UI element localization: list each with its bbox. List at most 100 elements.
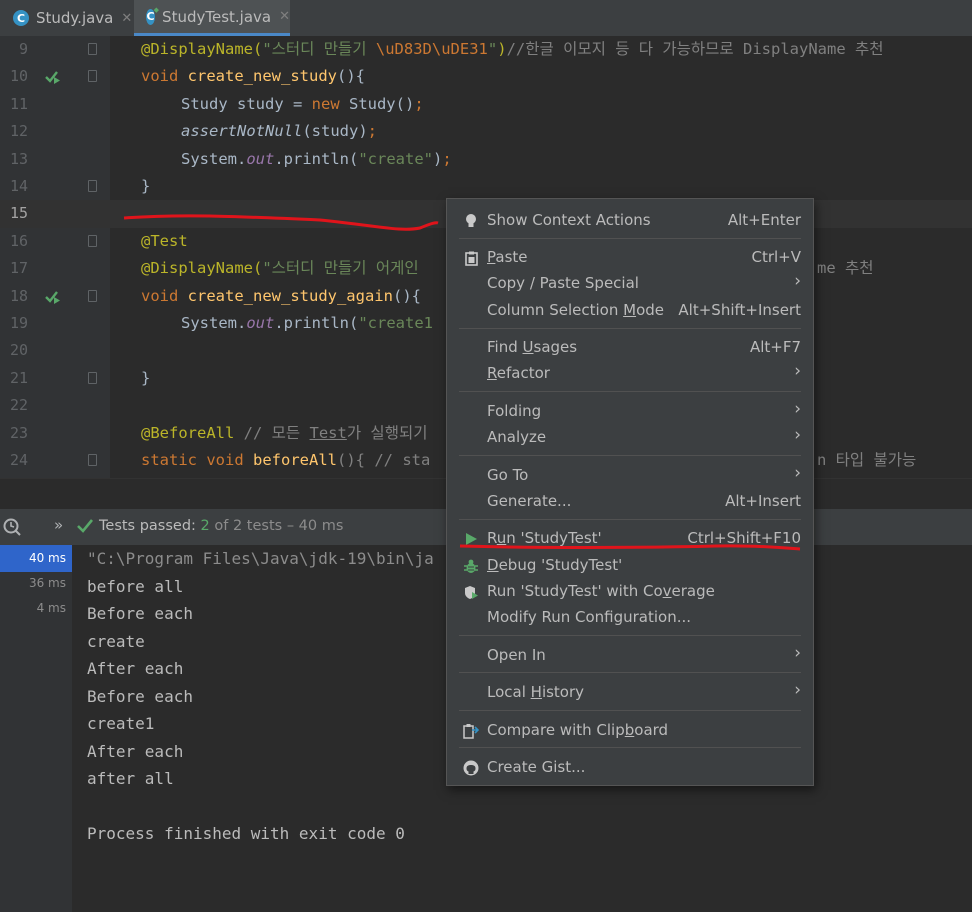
menu-item-go-to[interactable]: Go To › — [447, 463, 813, 489]
console-line: Before each — [87, 687, 193, 706]
passed-count: 2 — [200, 518, 210, 534]
console-line: "C:\Program Files\Java\jdk-19\bin\ja — [87, 549, 434, 568]
expand-chevron-icon[interactable]: » — [54, 516, 63, 534]
code-token: beforeAll — [253, 451, 337, 469]
red-underline-annotation — [123, 214, 439, 231]
menu-item-folding[interactable]: Folding › — [447, 399, 813, 425]
code-token: .println( — [274, 314, 359, 332]
code-token: create_new_study_again — [187, 286, 393, 305]
menu-item-label: Column Selection Mode — [487, 301, 664, 319]
code-comment: (){ // sta — [337, 451, 431, 469]
menu-item-shortcut: Alt+Enter — [727, 211, 801, 229]
menu-item-create-gist[interactable]: Create Gist... — [447, 755, 813, 781]
tab-study-java[interactable]: C Study.java ✕ — [0, 0, 134, 36]
test-tree-times[interactable]: 40 ms 36 ms 4 ms — [0, 545, 72, 912]
menu-separator — [459, 710, 801, 711]
code-token: new — [311, 94, 349, 113]
menu-separator — [459, 455, 801, 456]
menu-item-debug-studytest[interactable]: Debug 'StudyTest' — [447, 553, 813, 579]
fold-marker-icon[interactable] — [88, 371, 97, 384]
code-token: create_new_study — [187, 67, 337, 86]
menu-item-label: Refactor — [487, 364, 550, 382]
submenu-arrow-icon: › — [794, 361, 801, 381]
code-token: " — [487, 40, 498, 58]
line-number: 18 — [9, 286, 28, 305]
code-line[interactable]: 9 @DisplayName("스터디 만들기 \uD83D\uDE31")//… — [0, 36, 972, 63]
code-line[interactable]: 13 System.out.println("create"); — [0, 146, 972, 173]
menu-item-run-with-coverage[interactable]: Run 'StudyTest' with Coverage — [447, 579, 813, 605]
console-line: Before each — [87, 604, 193, 623]
menu-item-show-context-actions[interactable]: Show Context Actions Alt+Enter — [447, 208, 813, 234]
code-token: Study() — [348, 94, 415, 113]
console-line: before all — [87, 577, 184, 596]
code-line[interactable]: 14 } — [0, 173, 972, 200]
menu-item-generate[interactable]: Generate... Alt+Insert — [447, 489, 813, 515]
code-token: (study) — [302, 122, 368, 141]
menu-item-copy-paste-special[interactable]: Copy / Paste Special › — [447, 271, 813, 297]
run-test-gutter-icon[interactable] — [44, 69, 62, 85]
menu-separator — [459, 672, 801, 673]
code-token: Study study = — [181, 94, 312, 113]
fold-marker-icon[interactable] — [88, 70, 97, 83]
menu-item-paste[interactable]: Paste Ctrl+V — [447, 245, 813, 271]
menu-item-find-usages[interactable]: Find Usages Alt+F7 — [447, 335, 813, 361]
menu-item-shortcut: Alt+F7 — [749, 338, 801, 356]
submenu-arrow-icon: › — [794, 463, 801, 483]
line-number: 20 — [9, 341, 28, 360]
menu-item-label: Open In — [487, 646, 546, 664]
java-class-icon: C — [13, 10, 29, 26]
fold-marker-icon[interactable] — [88, 180, 97, 192]
line-number: 17 — [9, 259, 28, 278]
tab-label: Study.java — [36, 9, 114, 27]
line-number: 13 — [9, 149, 28, 168]
fold-marker-icon[interactable] — [88, 289, 97, 302]
console-line: create — [87, 632, 145, 651]
line-number: 11 — [9, 94, 28, 113]
tab-label: StudyTest.java — [162, 7, 272, 26]
code-token: } — [141, 368, 151, 387]
tab-studytest-java[interactable]: C ◆ StudyTest.java ✕ — [134, 0, 290, 36]
line-number: 15 — [9, 204, 28, 223]
fold-marker-icon[interactable] — [88, 234, 97, 247]
code-line[interactable]: 11 Study study = new Study(); — [0, 91, 972, 118]
console-line: After each — [87, 742, 184, 761]
code-token: ; — [414, 94, 424, 113]
menu-item-modify-run-configuration[interactable]: Modify Run Configuration... — [447, 605, 813, 631]
code-token: System. — [181, 149, 247, 168]
test-time-root[interactable]: 40 ms — [0, 545, 72, 572]
menu-separator — [459, 328, 801, 329]
menu-item-compare-with-clipboard[interactable]: Compare with Clipboard — [447, 718, 813, 744]
code-token: "create" — [358, 149, 433, 168]
test-time[interactable]: 4 ms — [37, 601, 66, 615]
line-number: 23 — [9, 423, 28, 442]
menu-item-open-in[interactable]: Open In › — [447, 643, 813, 669]
code-token: ; — [442, 149, 452, 168]
menu-item-analyze[interactable]: Analyze › — [447, 425, 813, 451]
submenu-arrow-icon: › — [794, 680, 801, 700]
code-token: void — [141, 286, 188, 305]
menu-item-label: Compare with Clipboard — [487, 721, 669, 739]
test-history-icon[interactable] — [2, 517, 22, 537]
fold-marker-icon[interactable] — [88, 43, 97, 55]
code-line[interactable]: 10 void create_new_study(){ — [0, 63, 972, 90]
console-line: After each — [87, 659, 184, 678]
menu-item-shortcut: Alt+Shift+Insert — [678, 301, 801, 319]
menu-item-refactor[interactable]: Refactor › — [447, 361, 813, 387]
status-prefix: Tests passed: — [99, 518, 201, 534]
close-icon[interactable]: ✕ — [279, 9, 290, 24]
code-comment: // 모든 — [234, 423, 310, 442]
run-test-gutter-icon[interactable] — [44, 289, 62, 305]
test-time[interactable]: 36 ms — [29, 576, 66, 590]
fold-marker-icon[interactable] — [88, 454, 97, 466]
clipboard-icon — [463, 250, 479, 266]
code-token: (){ — [336, 67, 365, 86]
code-line[interactable]: 12 assertNotNull(study); — [0, 118, 972, 145]
close-icon[interactable]: ✕ — [121, 11, 132, 26]
red-underline-annotation — [459, 544, 801, 551]
menu-item-label: Go To — [487, 466, 529, 484]
code-token: "create1 — [358, 314, 433, 332]
menu-item-column-selection-mode[interactable]: Column Selection Mode Alt+Shift+Insert — [447, 298, 813, 324]
menu-item-local-history[interactable]: Local History › — [447, 680, 813, 706]
menu-separator — [459, 238, 801, 239]
lightbulb-icon — [463, 213, 479, 229]
